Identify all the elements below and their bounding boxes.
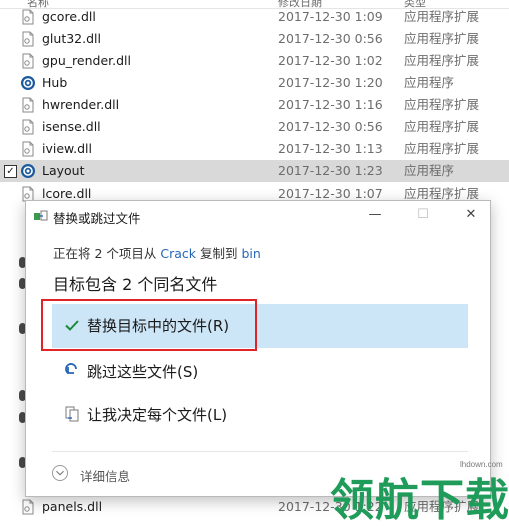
file-name: gpu_render.dll xyxy=(42,53,131,68)
file-name: panels.dll xyxy=(42,499,103,514)
hub-app-icon xyxy=(21,76,35,90)
decide-each-file-option[interactable]: 让我决定每个文件(L) xyxy=(52,393,468,437)
file-row[interactable]: isense.dll 2017-12-30 0:56 应用程序扩展 xyxy=(0,116,509,138)
file-date: 2017-12-30 1:16 xyxy=(278,97,383,112)
file-type: 应用程序扩展 xyxy=(404,119,480,134)
file-row[interactable]: iview.dll 2017-12-30 1:13 应用程序扩展 xyxy=(0,138,509,160)
file-name: isense.dll xyxy=(42,119,101,134)
info-prefix: 正在将 2 个项目从 xyxy=(53,246,161,261)
file-type: 应用程序扩展 xyxy=(404,31,480,46)
file-date: 2017-12-30 0:56 xyxy=(278,119,383,134)
file-row[interactable]: glut32.dll 2017-12-30 0:56 应用程序扩展 xyxy=(0,28,509,50)
file-row[interactable]: ✓ Layout 2017-12-30 1:23 应用程序 xyxy=(0,160,509,182)
file-row[interactable]: hwrender.dll 2017-12-30 1:16 应用程序扩展 xyxy=(0,94,509,116)
file-type: 应用程序扩展 xyxy=(404,97,480,112)
file-date: 2017-12-30 0:56 xyxy=(278,31,383,46)
replace-or-skip-dialog: 替换或跳过文件 — ☐ ✕ 正在将 2 个项目从 Crack 复制到 bin 目… xyxy=(25,200,491,497)
dialog-heading: 目标包含 2 个同名文件 xyxy=(53,275,218,294)
dll-file-icon xyxy=(22,499,34,515)
skip-arrow-icon xyxy=(65,363,77,374)
skip-option-label: 跳过这些文件(S) xyxy=(87,363,199,381)
row-checkbox[interactable]: ✓ xyxy=(4,165,17,178)
file-name: iview.dll xyxy=(42,141,92,156)
close-button[interactable]: ✕ xyxy=(460,205,482,225)
watermark-text: 领航下载 xyxy=(330,475,509,526)
dll-file-icon xyxy=(22,9,34,25)
file-date: 2017-12-30 1:13 xyxy=(278,141,383,156)
site-watermark: lhdown.com 领航下载 xyxy=(330,456,509,526)
file-name: glut32.dll xyxy=(42,31,101,46)
annotation-highlight-box xyxy=(41,299,257,351)
dll-file-icon xyxy=(22,31,34,47)
maximize-button[interactable]: ☐ xyxy=(412,205,434,225)
minimize-button[interactable]: — xyxy=(364,205,386,225)
copy-progress-info: 正在将 2 个项目从 Crack 复制到 bin xyxy=(53,243,261,262)
file-row[interactable]: gcore.dll 2017-12-30 1:09 应用程序扩展 xyxy=(0,6,509,28)
dialog-title: 替换或跳过文件 xyxy=(53,211,141,226)
file-name: gcore.dll xyxy=(42,9,96,24)
file-date: 2017-12-30 1:02 xyxy=(278,53,383,68)
dll-file-icon xyxy=(22,119,34,135)
dialog-titlebar[interactable]: 替换或跳过文件 — ☐ ✕ xyxy=(26,201,490,231)
copy-files-icon xyxy=(34,210,48,221)
decide-option-label: 让我决定每个文件(L) xyxy=(87,406,228,424)
dest-folder-link[interactable]: bin xyxy=(241,246,260,261)
compare-files-icon xyxy=(65,406,79,422)
dll-file-icon xyxy=(22,53,34,69)
file-date: 2017-12-30 1:20 xyxy=(278,75,383,90)
dialog-divider xyxy=(52,451,468,452)
file-date: 2017-12-30 1:23 xyxy=(278,163,383,178)
file-type: 应用程序 xyxy=(404,75,455,90)
file-type: 应用程序 xyxy=(404,163,455,178)
file-name: hwrender.dll xyxy=(42,97,120,112)
layout-app-icon xyxy=(21,164,35,178)
skip-files-option[interactable]: 跳过这些文件(S) xyxy=(52,350,468,394)
chevron-down-icon xyxy=(52,465,68,481)
details-label: 详细信息 xyxy=(80,469,131,484)
file-row[interactable]: gpu_render.dll 2017-12-30 1:02 应用程序扩展 xyxy=(0,50,509,72)
file-type: 应用程序扩展 xyxy=(404,53,480,68)
file-type: 应用程序扩展 xyxy=(404,141,480,156)
file-name: Layout xyxy=(42,163,85,178)
file-date: 2017-12-30 1:09 xyxy=(278,9,383,24)
file-name: Hub xyxy=(42,75,68,90)
source-folder-link[interactable]: Crack xyxy=(160,246,196,261)
dll-file-icon xyxy=(22,97,34,113)
dll-file-icon xyxy=(22,141,34,157)
info-middle: 复制到 xyxy=(196,246,242,261)
file-type: 应用程序扩展 xyxy=(404,9,480,24)
file-row[interactable]: Hub 2017-12-30 1:20 应用程序 xyxy=(0,72,509,94)
